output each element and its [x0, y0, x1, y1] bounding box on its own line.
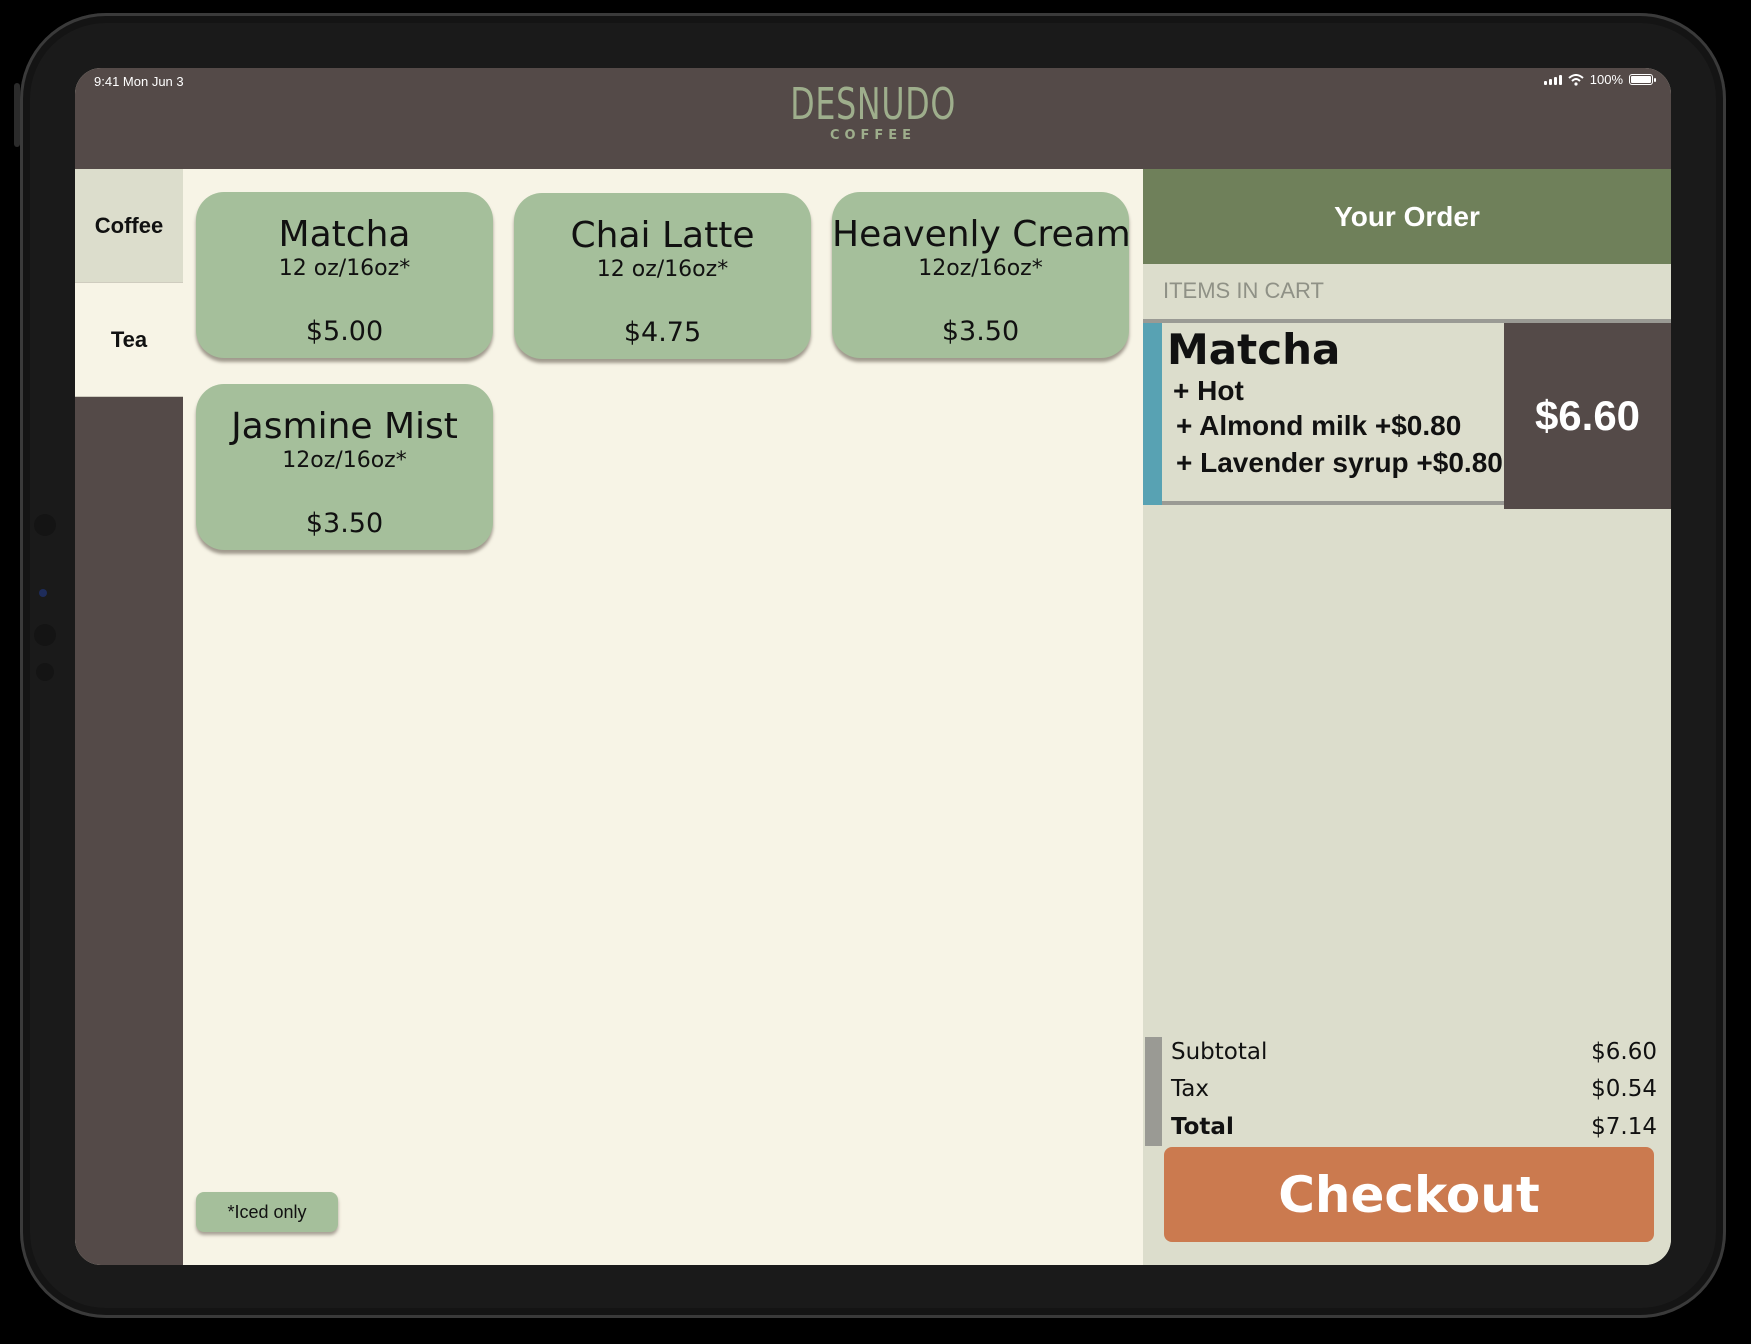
cart-item-name: Matcha	[1167, 325, 1341, 374]
iced-only-note: *Iced only	[196, 1192, 338, 1232]
cart-item-accent	[1143, 323, 1162, 505]
power-button	[14, 83, 20, 147]
total-row: Total $7.14	[1171, 1114, 1657, 1140]
menu-item-name: Chai Latte	[570, 215, 755, 256]
menu-item-name: Heavenly Cream	[832, 214, 1131, 255]
top-bar: 9:41 Mon Jun 3 100% DESNUDO COFFEE	[75, 68, 1671, 169]
menu-item-name: Jasmine Mist	[231, 406, 458, 447]
total-label: Total	[1171, 1114, 1234, 1140]
menu-item-price: $3.50	[305, 508, 384, 539]
menu-item-price: $4.75	[623, 317, 702, 348]
cart-item-modifier: + Lavender syrup +$0.80	[1176, 447, 1503, 478]
items-in-cart-label: ITEMS IN CART	[1163, 278, 1324, 303]
menu-item-card[interactable]: Jasmine Mist 12oz/16oz* $3.50	[196, 384, 493, 550]
category-tea[interactable]: Tea	[75, 283, 183, 397]
menu-item-price: $3.50	[941, 316, 1020, 347]
camera-dot	[34, 514, 56, 536]
checkout-button[interactable]: Checkout	[1164, 1147, 1654, 1242]
menu-item-size: 12 oz/16oz*	[278, 256, 411, 281]
brand-logo: DESNUDO COFFEE	[75, 79, 1671, 144]
order-panel: Your Order ITEMS IN CART Matcha + Hot + …	[1143, 169, 1671, 1265]
menu-item-size: 12oz/16oz*	[918, 256, 1043, 281]
app-screen: 9:41 Mon Jun 3 100% DESNUDO COFFEE Coffe…	[75, 68, 1671, 1265]
category-sidebar: Coffee Tea	[75, 169, 183, 1265]
tax-value: $0.54	[1591, 1076, 1657, 1102]
cart-item-price: $6.60	[1504, 323, 1671, 509]
menu-item-size: 12oz/16oz*	[282, 448, 407, 473]
brand-subtitle: COFFEE	[829, 128, 917, 143]
camera-lens	[39, 589, 47, 597]
brand-name: DESNUDO	[790, 79, 956, 130]
cart-item-modifier: + Hot	[1173, 375, 1244, 406]
totals-accent	[1145, 1037, 1162, 1146]
tax-label: Tax	[1171, 1076, 1209, 1102]
category-coffee[interactable]: Coffee	[75, 169, 183, 283]
total-value: $7.14	[1591, 1114, 1657, 1140]
menu-item-size: 12 oz/16oz*	[596, 257, 729, 282]
menu-item-card[interactable]: Chai Latte 12 oz/16oz* $4.75	[514, 193, 811, 359]
cart-item-details: Matcha + Hot + Almond milk +$0.80 + Lave…	[1162, 323, 1504, 505]
sensor-dot	[36, 663, 54, 681]
menu-item-price: $5.00	[305, 316, 384, 347]
cart-item[interactable]: Matcha + Hot + Almond milk +$0.80 + Lave…	[1143, 323, 1671, 509]
menu-grid: Matcha 12 oz/16oz* $5.00 Chai Latte 12 o…	[183, 169, 1143, 1265]
subtotal-label: Subtotal	[1171, 1039, 1268, 1065]
cart-item-modifier: + Almond milk +$0.80	[1176, 410, 1462, 441]
tax-row: Tax $0.54	[1171, 1076, 1657, 1102]
subtotal-value: $6.60	[1591, 1039, 1657, 1065]
order-title: Your Order	[1143, 169, 1671, 264]
menu-item-name: Matcha	[278, 214, 411, 255]
sensor-dot	[34, 624, 56, 646]
menu-item-card[interactable]: Heavenly Cream 12oz/16oz* $3.50	[832, 192, 1131, 358]
subtotal-row: Subtotal $6.60	[1171, 1039, 1657, 1065]
menu-item-card[interactable]: Matcha 12 oz/16oz* $5.00	[196, 192, 493, 358]
